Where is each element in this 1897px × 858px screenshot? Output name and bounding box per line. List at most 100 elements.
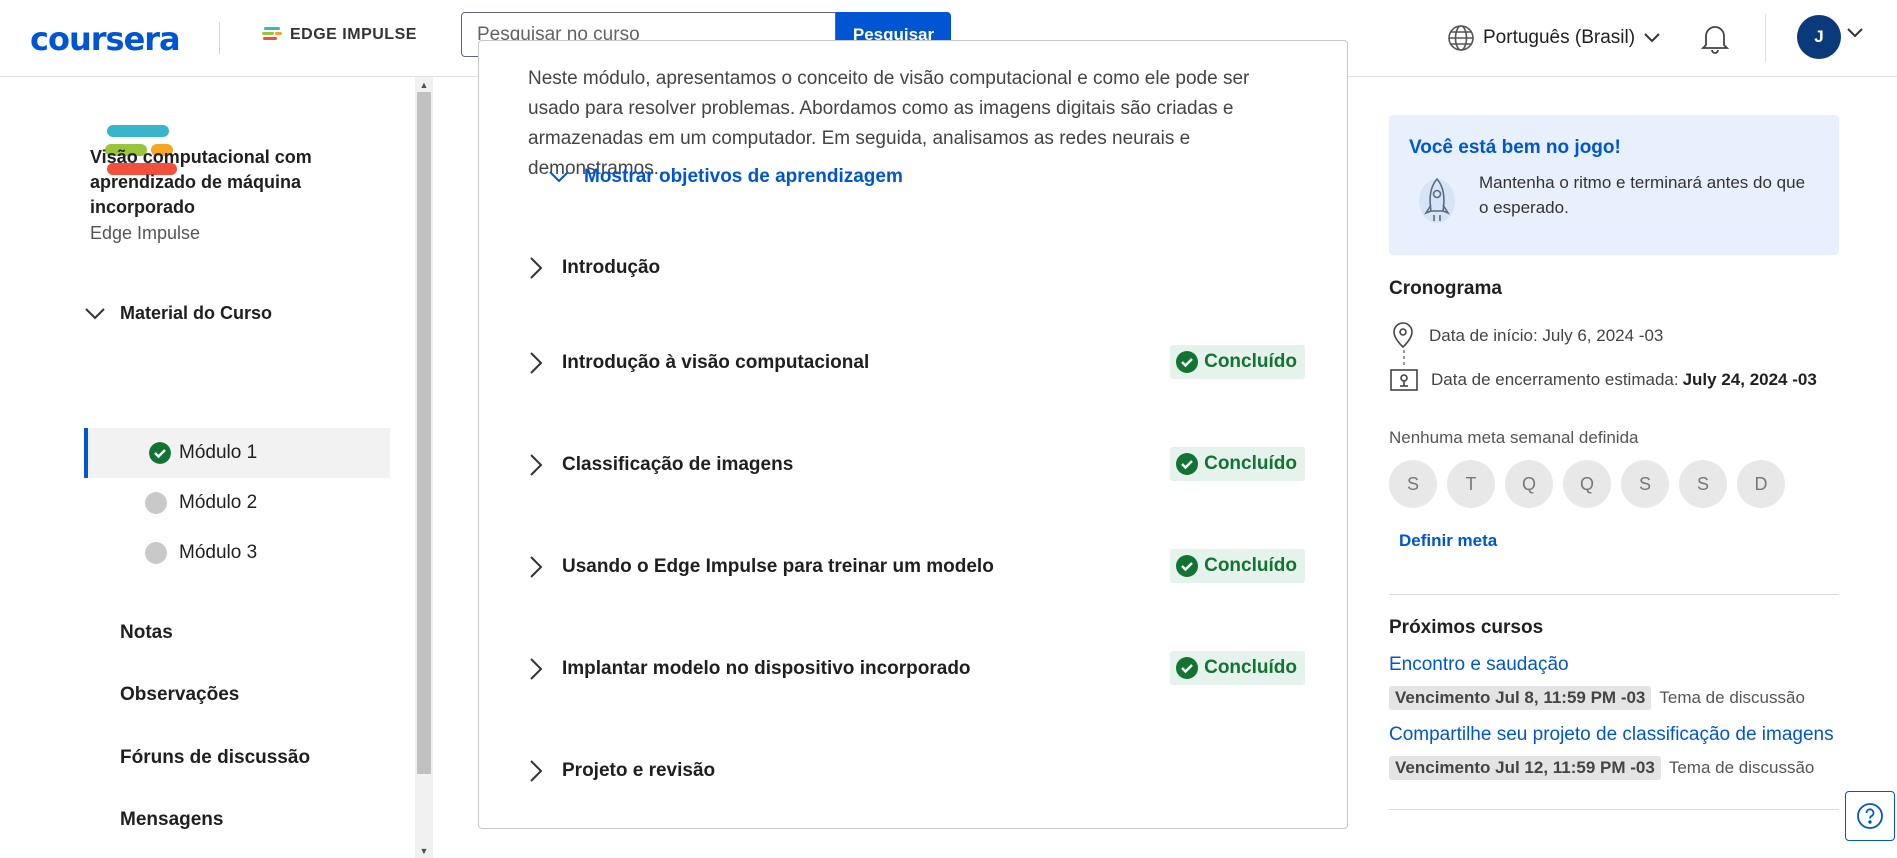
info-text: Mantenha o ritmo e terminará antes do qu… (1479, 173, 1806, 217)
help-icon (1857, 803, 1883, 829)
language-selector[interactable]: Português (Brasil) (1447, 24, 1661, 52)
help-button[interactable] (1845, 791, 1895, 841)
module-label: Módulo 3 (179, 542, 258, 563)
status-badge: Concluído (1170, 651, 1305, 685)
certificate-icon (1390, 369, 1418, 391)
scroll-up-arrow-icon[interactable]: ▲ (418, 80, 430, 90)
sidebar-link-notas[interactable]: Notas (120, 622, 173, 644)
schedule-title: Cronograma (1389, 278, 1502, 299)
weekly-goal-days: S T Q Q S S D (1389, 460, 1785, 508)
check-circle-icon (1176, 351, 1199, 373)
objectives-label: Mostrar objetivos de aprendizagem (584, 166, 903, 187)
lesson-row[interactable]: Usando o Edge Impulse para treinar um mo… (525, 547, 1305, 587)
course-material-label: Material do Curso (120, 303, 273, 323)
sidebar-link-mensagens[interactable]: Mensagens (120, 809, 223, 831)
course-title[interactable]: Visão computacional com aprendizado de m… (90, 145, 350, 220)
check-circle-icon (149, 442, 171, 464)
next-item-link[interactable]: Encontro e saudação (1389, 654, 1569, 676)
chevron-down-icon (549, 171, 569, 183)
status-label: Concluído (1204, 657, 1297, 678)
sidebar-link-observacoes[interactable]: Observações (120, 684, 239, 706)
show-objectives-link[interactable]: Mostrar objetivos de aprendizagem (548, 166, 903, 188)
next-item-link[interactable]: Compartilhe seu projeto de classificação… (1389, 724, 1834, 746)
partner-name: EDGE IMPULSE (290, 26, 417, 43)
coursera-logo[interactable]: coursera (30, 20, 181, 58)
module-label: Módulo 2 (179, 492, 258, 513)
edge-impulse-logo-icon (262, 27, 282, 40)
avatar[interactable]: J (1797, 15, 1841, 59)
globe-icon (1448, 25, 1474, 51)
check-circle-icon (1176, 555, 1199, 577)
status-label: Concluído (1204, 555, 1297, 576)
day-circle[interactable]: D (1737, 460, 1785, 508)
day-circle[interactable]: S (1679, 460, 1727, 508)
due-badge: Vencimento Jul 8, 11:59 PM -03 (1389, 686, 1652, 710)
sidebar-link-foruns[interactable]: Fóruns de discussão (120, 747, 310, 769)
chevron-right-icon (530, 658, 543, 680)
module-label: Módulo 1 (179, 442, 258, 463)
chevron-right-icon (530, 454, 543, 476)
course-partner: Edge Impulse (90, 223, 201, 243)
lesson-title: Projeto e revisão (562, 760, 716, 781)
day-circle[interactable]: S (1389, 460, 1437, 508)
end-date-row: Data de encerramento estimada: July 24, … (1389, 366, 1817, 394)
chevron-right-icon (530, 257, 543, 279)
item-type: Tema de discussão (1668, 758, 1815, 777)
check-circle-icon (1176, 657, 1199, 679)
status-label: Concluído (1204, 453, 1297, 474)
chevron-right-icon (530, 352, 543, 374)
set-goal-link[interactable]: Definir meta (1399, 531, 1497, 551)
lesson-title: Introdução (562, 257, 661, 278)
lesson-row[interactable]: Projeto e revisão (525, 751, 1305, 791)
lesson-title: Implantar modelo no dispositivo incorpor… (562, 658, 971, 679)
day-circle[interactable]: Q (1563, 460, 1611, 508)
start-date-row: Data de início: July 6, 2024 -03 (1389, 320, 1663, 352)
scrollbar-thumb[interactable] (417, 92, 431, 774)
lesson-row[interactable]: Introdução à visão computacional Concluí… (525, 343, 1305, 383)
end-date-label: Data de encerramento estimada: (1431, 370, 1679, 389)
progress-info-box: Você está bem no jogo! Mantenha o ritmo … (1389, 115, 1839, 255)
sidebar-item-module-2[interactable]: Módulo 2 (84, 478, 390, 528)
item-type: Tema de discussão (1659, 688, 1805, 707)
status-badge: Concluído (1170, 345, 1305, 379)
scroll-down-arrow-icon[interactable]: ▼ (418, 846, 430, 856)
status-badge: Concluído (1170, 447, 1305, 481)
pending-circle-icon (145, 542, 167, 564)
day-circle[interactable]: S (1621, 460, 1669, 508)
course-material-toggle[interactable]: Material do Curso (84, 303, 272, 324)
brand-divider (219, 22, 220, 54)
day-circle[interactable]: Q (1505, 460, 1553, 508)
due-badge: Vencimento Jul 12, 11:59 PM -03 (1389, 756, 1661, 780)
chevron-right-icon (530, 556, 543, 578)
info-title: Você está bem no jogo! (1409, 137, 1621, 158)
next-item-meta: Vencimento Jul 12, 11:59 PM -03 Tema de … (1389, 756, 1814, 780)
language-label: Português (Brasil) (1483, 27, 1636, 48)
sidebar-item-module-1[interactable]: Módulo 1 (84, 428, 390, 478)
end-date-value: July 24, 2024 -03 (1682, 370, 1817, 389)
partner-logo[interactable]: EDGE IMPULSE (262, 26, 417, 44)
section-divider (1389, 594, 1839, 595)
lesson-row[interactable]: Implantar modelo no dispositivo incorpor… (525, 649, 1305, 689)
lesson-title: Classificação de imagens (562, 454, 794, 475)
lesson-title: Usando o Edge Impulse para treinar um mo… (562, 556, 994, 577)
weekly-goal-text: Nenhuma meta semanal definida (1389, 428, 1639, 447)
sidebar-item-module-3[interactable]: Módulo 3 (84, 528, 390, 578)
chevron-right-icon (530, 760, 543, 782)
lesson-title: Introdução à visão computacional (562, 352, 870, 373)
rocket-icon (1419, 177, 1455, 223)
start-date-label: Data de início: July 6, 2024 -03 (1429, 326, 1664, 345)
header-divider (1765, 14, 1766, 62)
chevron-down-icon[interactable] (1846, 27, 1864, 39)
bell-icon (1700, 26, 1730, 54)
lesson-row[interactable]: Introdução (525, 248, 1305, 288)
pending-circle-icon (145, 492, 167, 514)
lesson-row[interactable]: Classificação de imagens Concluído (525, 445, 1305, 485)
next-item-meta: Vencimento Jul 8, 11:59 PM -03 Tema de d… (1389, 686, 1805, 710)
day-circle[interactable]: T (1447, 460, 1495, 508)
check-circle-icon (1176, 453, 1199, 475)
chevron-down-icon (1644, 33, 1660, 43)
section-divider (1389, 809, 1839, 810)
next-courses-title: Próximos cursos (1389, 617, 1544, 638)
notifications-button[interactable] (1700, 22, 1730, 59)
status-label: Concluído (1204, 351, 1297, 372)
